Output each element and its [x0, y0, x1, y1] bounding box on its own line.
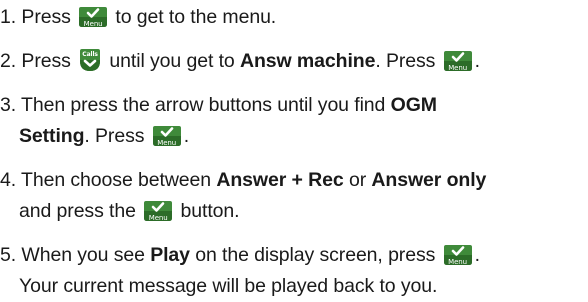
menu-key-icon: Menu	[152, 124, 182, 148]
menu-option-name: Setting	[19, 125, 85, 147]
step-text: and press the	[19, 200, 136, 222]
display-text-name: Play	[150, 244, 190, 266]
step-text: . Press	[84, 125, 145, 147]
step-text: Press	[21, 6, 71, 28]
step-text: or	[348, 169, 367, 191]
menu-option-name: Answer only	[371, 169, 487, 191]
menu-option-name: Answer + Rec	[216, 169, 344, 191]
step-text: button.	[180, 200, 240, 222]
step-text: to get to the menu.	[115, 6, 277, 28]
menu-option-name: Answ machine	[240, 50, 376, 72]
step-text: .	[474, 50, 480, 72]
step-3: 3. Then press the arrow buttons until yo…	[0, 90, 437, 152]
step-number: 4.	[0, 169, 17, 191]
menu-key-label: Menu	[448, 258, 467, 266]
step-number: 2.	[0, 50, 17, 72]
step-text: .	[474, 244, 480, 266]
step-continuation: Your current message will be played back…	[19, 275, 438, 297]
menu-key-label: Menu	[157, 139, 177, 147]
step-2: 2. Press Calls until you get to Answ mac…	[0, 46, 480, 77]
menu-key-icon: Menu	[78, 5, 108, 29]
step-text: When you see	[21, 244, 145, 266]
step-continuation: and press the Menu button.	[0, 196, 486, 227]
menu-key-label: Menu	[448, 64, 468, 72]
step-text: Then choose between	[21, 169, 212, 191]
step-number: 5.	[0, 244, 17, 266]
step-text: on the display screen, press	[195, 244, 436, 266]
step-text: . Press	[375, 50, 436, 72]
menu-key-icon: Menu	[143, 199, 173, 223]
menu-key-label: Menu	[148, 214, 168, 222]
step-text: .	[183, 125, 190, 147]
calls-key-label: Calls	[82, 51, 98, 58]
step-5: 5. When you see Play on the display scre…	[0, 240, 480, 302]
step-1: 1. Press Menu to get to the menu.	[0, 2, 276, 33]
step-text: Press	[21, 50, 71, 72]
step-number: 1.	[0, 6, 17, 28]
step-number: 3.	[0, 94, 17, 116]
step-continuation: Setting. Press Menu .	[0, 121, 437, 152]
menu-key-label: Menu	[83, 20, 103, 28]
step-text: Then press the arrow buttons until you f…	[21, 94, 386, 116]
menu-key-icon: Menu	[443, 243, 473, 267]
menu-option-name: OGM	[390, 94, 437, 116]
step-text: until you get to	[109, 50, 235, 72]
step-4: 4. Then choose between Answer + Rec or A…	[0, 165, 486, 227]
calls-key-icon: Calls	[78, 48, 102, 72]
menu-key-icon: Menu	[443, 49, 473, 73]
